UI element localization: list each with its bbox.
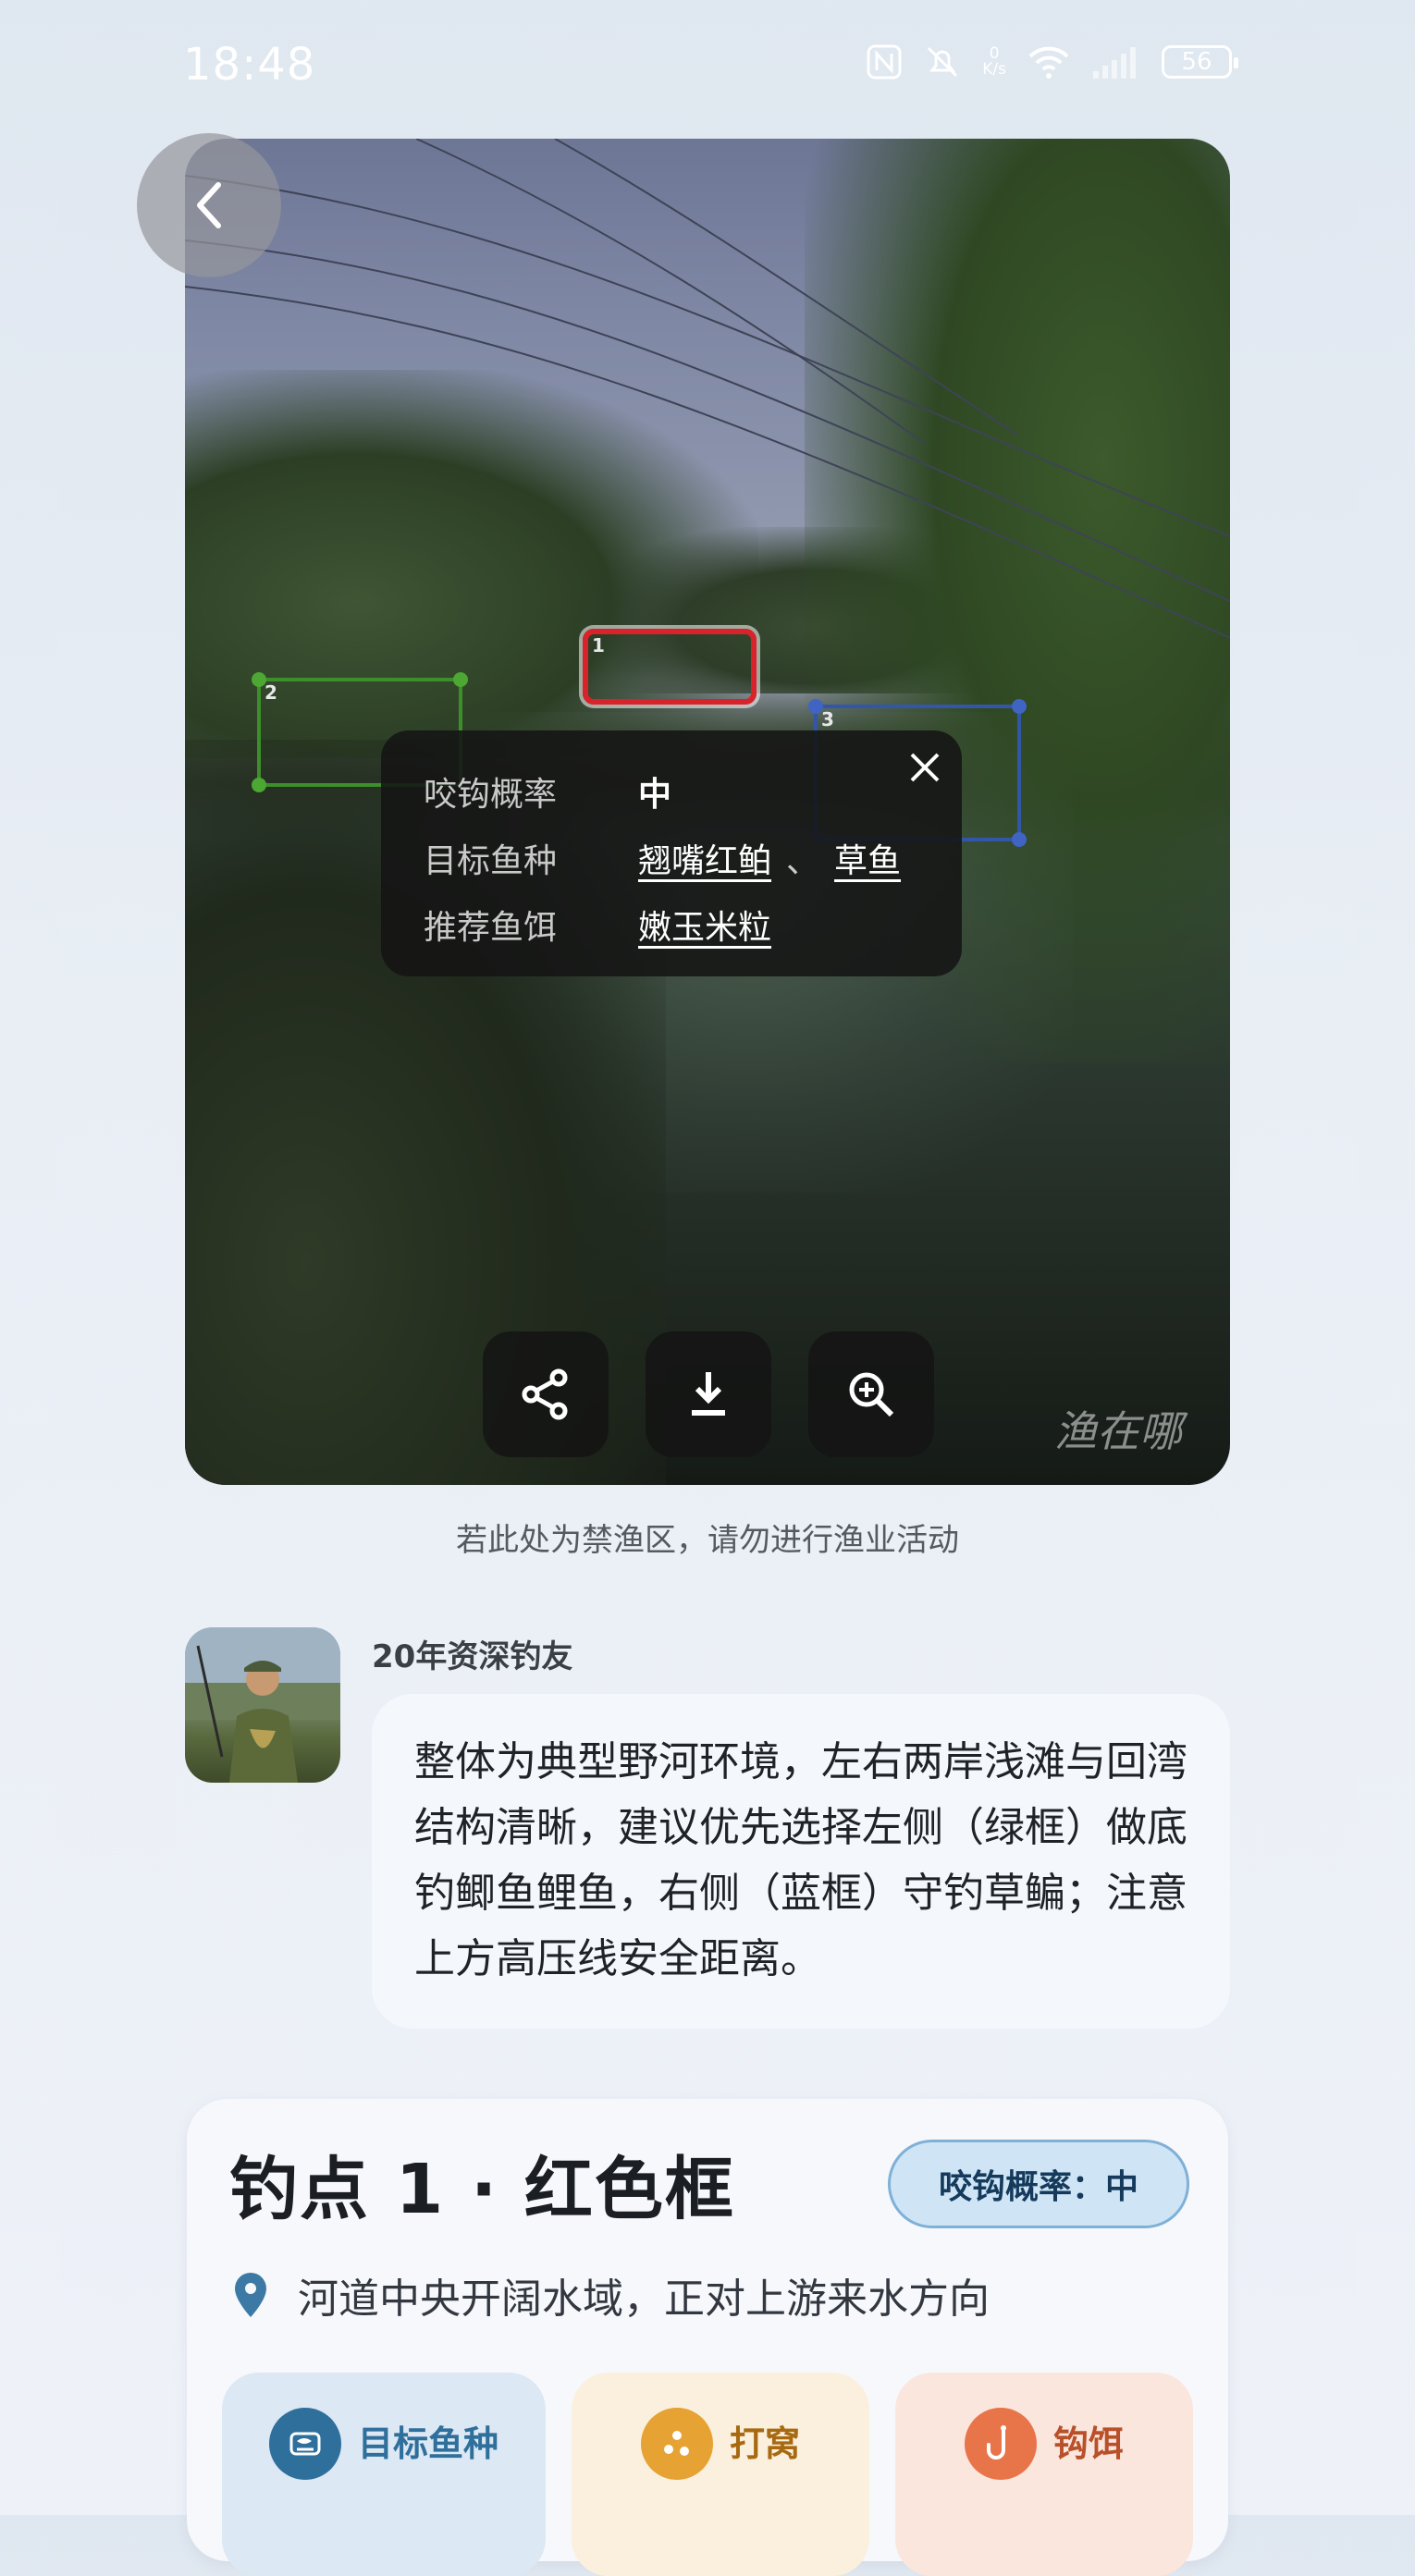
- chevron-left-icon: [197, 182, 221, 228]
- hook-icon: [964, 2408, 1037, 2480]
- power-lines: [185, 139, 1230, 639]
- tile-label: 目标鱼种: [357, 2423, 498, 2464]
- box-handle: [808, 699, 823, 714]
- fishing-ban-notice: 若此处为禁渔区，请勿进行渔业活动: [456, 1522, 959, 1559]
- share-button[interactable]: [483, 1331, 609, 1457]
- box-handle: [252, 672, 266, 687]
- box-handle: [1012, 832, 1027, 847]
- popup-label: 目标鱼种: [424, 842, 558, 880]
- spot-card: 钓点 1 · 红色框 咬钩概率：中 河道中央开阔水域，正对上游来水方向 目标鱼种: [187, 2099, 1228, 2576]
- box-handle: [252, 778, 266, 792]
- avatar[interactable]: [185, 1627, 340, 1783]
- download-icon: [692, 1372, 725, 1416]
- bait-pellets-icon: [640, 2408, 713, 2480]
- box-number: 2: [265, 681, 277, 704]
- tile-target-fish[interactable]: 目标鱼种: [222, 2373, 546, 2576]
- fish-link[interactable]: 翘嘴红鲌: [638, 834, 771, 882]
- box-number: 3: [821, 708, 834, 730]
- close-icon[interactable]: [888, 730, 962, 804]
- status-time: 18:48: [183, 39, 316, 91]
- bite-probability-badge: 咬钩概率：中: [888, 2140, 1189, 2228]
- spot-box-1[interactable]: 1: [583, 629, 757, 705]
- bite-probability-value: 中: [638, 776, 672, 814]
- wifi-icon: [1028, 46, 1069, 79]
- avatar-image: [185, 1627, 340, 1783]
- net-speed: 0 K/s: [982, 44, 1006, 79]
- watermark: 渔在哪: [1054, 1406, 1182, 1456]
- tile-label: 钩饵: [1052, 2423, 1124, 2464]
- bait-link[interactable]: 嫩玉米粒: [638, 901, 771, 949]
- popup-label: 推荐鱼饵: [424, 909, 558, 947]
- zoom-in-icon: [849, 1372, 894, 1417]
- box-handle: [453, 672, 468, 687]
- location-pin-icon: [235, 2273, 266, 2317]
- tile-chumming[interactable]: 打窝: [572, 2373, 869, 2576]
- back-button[interactable]: [137, 133, 281, 277]
- status-bar: 18:48 0 K/s 56: [0, 0, 1415, 139]
- spot-location: 河道中央开阔水域，正对上游来水方向: [231, 2265, 990, 2325]
- share-icon: [522, 1368, 568, 1420]
- spot-info-popup: 咬钩概率 中 目标鱼种 翘嘴红鲌 、 草鱼 推荐鱼饵 嫩玉米粒: [381, 730, 962, 976]
- expert-comment: 整体为典型野河环境，左右两岸浅滩与回湾结构清晰，建议优先选择左侧（绿框）做底钓鲫…: [372, 1694, 1230, 2029]
- feature-tiles: 目标鱼种 打窝 钩饵: [222, 2373, 1193, 2576]
- spot-title: 钓点 1 · 红色框: [229, 2150, 735, 2229]
- separator: 、: [786, 842, 820, 880]
- popup-row-fish: 目标鱼种 翘嘴红鲌 、 草鱼: [424, 825, 919, 891]
- photo-actions: [483, 1331, 934, 1457]
- popup-row-bite: 咬钩概率 中: [424, 758, 919, 825]
- popup-row-bait: 推荐鱼饵 嫩玉米粒: [424, 891, 919, 958]
- location-text: 河道中央开阔水域，正对上游来水方向: [298, 2275, 990, 2323]
- analysis-photo[interactable]: 1 2 3 咬钩概率 中 目标鱼种 翘嘴红鲌 、 草鱼 推荐鱼饵 嫩玉米粒 渔在…: [185, 139, 1230, 1485]
- popup-label: 咬钩概率: [424, 776, 558, 814]
- expert-name: 20年资深钓友: [372, 1638, 573, 1675]
- tile-hook-bait[interactable]: 钩饵: [895, 2373, 1193, 2576]
- fish-link[interactable]: 草鱼: [834, 834, 901, 882]
- download-button[interactable]: [646, 1331, 771, 1457]
- tile-label: 打窝: [729, 2423, 800, 2464]
- box-number: 1: [592, 634, 605, 656]
- signal-icon: [1093, 47, 1136, 79]
- battery-icon: 56: [1162, 45, 1238, 79]
- nfc-icon: [867, 44, 902, 80]
- box-handle: [1012, 699, 1027, 714]
- fish-icon: [268, 2408, 341, 2480]
- mute-icon: [928, 46, 958, 78]
- zoom-button[interactable]: [808, 1331, 934, 1457]
- status-icons: 0 K/s 56: [866, 43, 1238, 81]
